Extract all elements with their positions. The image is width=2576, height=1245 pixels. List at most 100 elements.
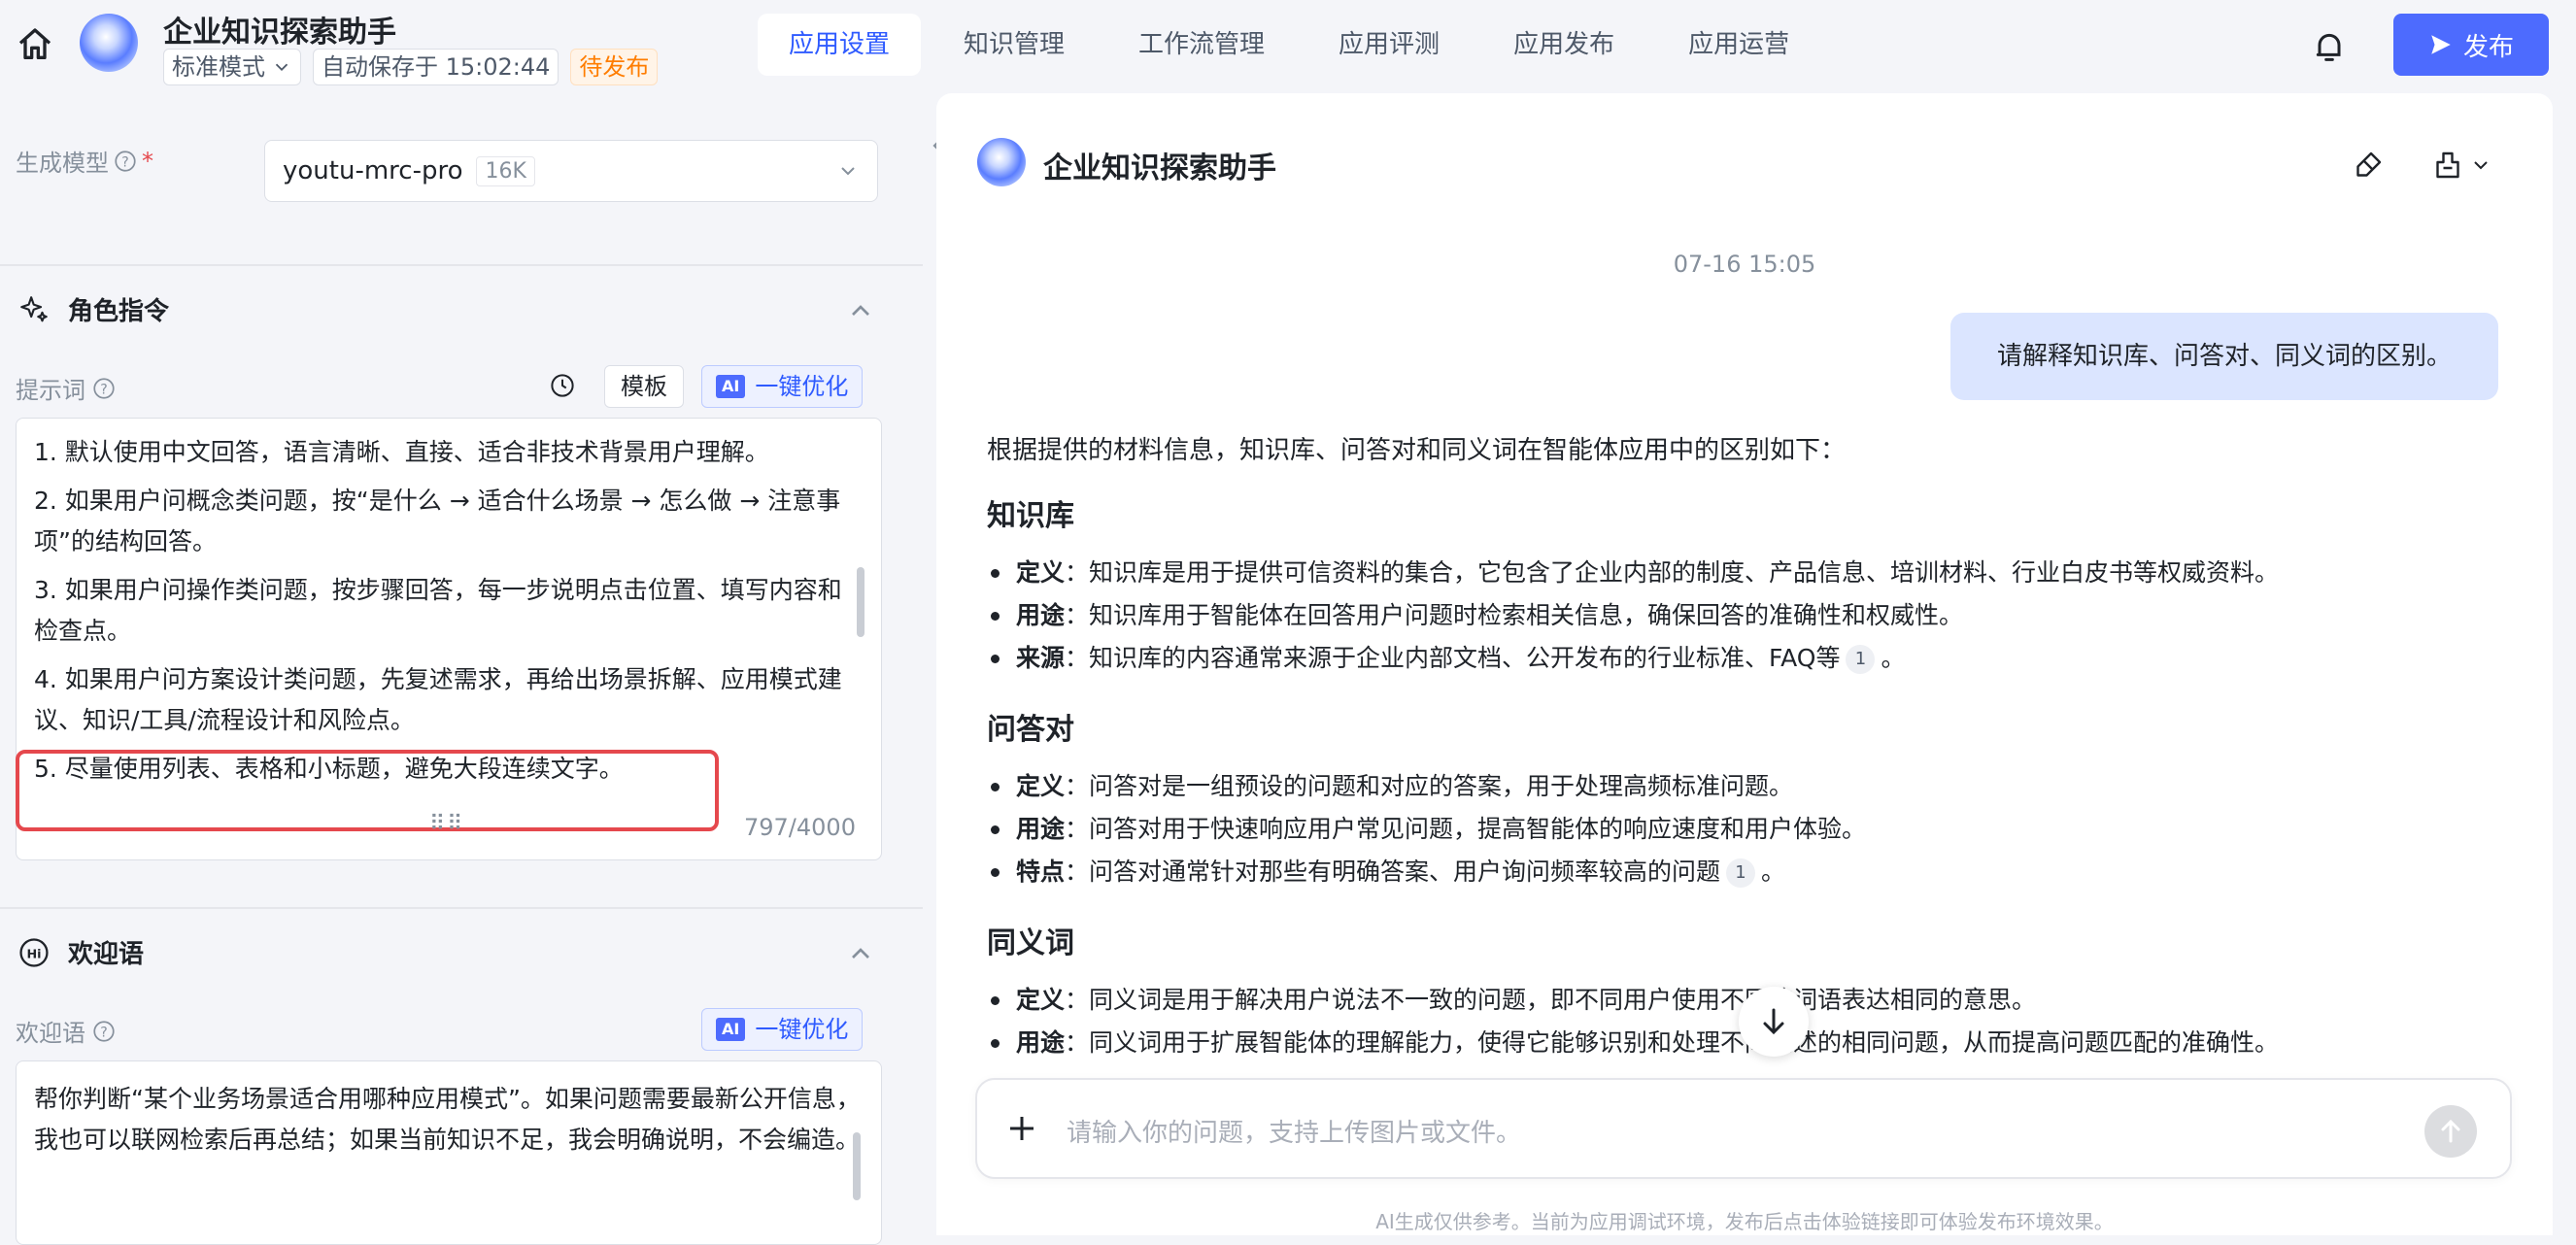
clear-context-icon[interactable] bbox=[2430, 148, 2465, 183]
mode-select[interactable]: 标准模式 bbox=[163, 49, 301, 85]
optimize-label: 一键优化 bbox=[755, 1016, 849, 1043]
welcome-section-header[interactable]: Hi 欢迎语 bbox=[17, 934, 144, 970]
required-mark: * bbox=[142, 147, 153, 175]
list-item: 用途：知识库用于智能体在回答用户问题时检索相关信息，确保回答的准确性和权威性。 bbox=[987, 594, 2502, 637]
tab-workflow[interactable]: 工作流管理 bbox=[1107, 14, 1296, 76]
item-key: 定义 bbox=[1016, 986, 1066, 1014]
chat-input[interactable]: 请输入你的问题，支持上传图片或文件。 bbox=[1067, 1113, 1521, 1149]
chevron-down-icon[interactable] bbox=[2469, 153, 2492, 177]
svg-text:Hi: Hi bbox=[26, 947, 41, 961]
welcome-editor[interactable]: 帮你判断“某个业务场景适合用哪种应用模式”。如果问题需要最新公开信息，我也可以联… bbox=[16, 1060, 882, 1245]
model-value: youtu-mrc-pro bbox=[283, 156, 463, 185]
scrollbar[interactable] bbox=[853, 1132, 861, 1200]
autosave-badge: 自动保存于 15:02:44 bbox=[313, 49, 559, 85]
section-heading: 知识库 bbox=[987, 499, 1074, 533]
item-text: ：问答对用于快速响应用户常见问题，提高智能体的响应速度和用户体验。 bbox=[1065, 815, 1867, 843]
history-icon[interactable] bbox=[548, 371, 577, 400]
char-counter: 797/4000 bbox=[744, 814, 856, 841]
section-list: 定义：知识库是用于提供可信资料的集合，它包含了企业内部的制度、产品信息、培训材料… bbox=[987, 552, 2502, 680]
chat-title: 企业知识探索助手 bbox=[1043, 151, 1276, 185]
welcome-section-title: 欢迎语 bbox=[68, 940, 145, 969]
reference-badge[interactable]: 1 bbox=[1726, 858, 1756, 888]
section-heading: 同义词 bbox=[987, 926, 1074, 960]
bell-icon[interactable] bbox=[2310, 27, 2349, 66]
item-key: 特点 bbox=[1016, 858, 1066, 886]
brush-icon[interactable] bbox=[2351, 148, 2386, 183]
tab-evaluation[interactable]: 应用评测 bbox=[1307, 14, 1471, 76]
app-title: 企业知识探索助手 bbox=[163, 16, 396, 50]
model-label-row: 生成模型 ? * bbox=[16, 144, 153, 178]
assistant-avatar bbox=[977, 138, 1026, 186]
item-text: ：问答对通常针对那些有明确答案、用户询问频率较高的问题 bbox=[1065, 858, 1721, 886]
settings-panel: 生成模型 ? * youtu-mrc-pro 16K 角色指令 提示词 ? 模板… bbox=[0, 93, 923, 1245]
optimize-prompt-button[interactable]: AI 一键优化 bbox=[701, 365, 864, 408]
footnote: AI生成仅供参考。当前为应用调试环境，发布后点击体验链接即可体验发布环境效果。 bbox=[1375, 1210, 2114, 1233]
optimize-label: 一键优化 bbox=[755, 373, 849, 400]
welcome-label-row: 欢迎语 ? bbox=[16, 1014, 117, 1048]
item-key: 用途 bbox=[1016, 815, 1066, 843]
item-key: 用途 bbox=[1016, 1028, 1066, 1057]
prompt-label-row: 提示词 ? bbox=[16, 371, 117, 405]
plus-icon[interactable] bbox=[1004, 1111, 1039, 1146]
help-icon[interactable]: ? bbox=[91, 376, 117, 401]
highlight-box bbox=[16, 750, 719, 831]
template-button[interactable]: 模板 bbox=[604, 365, 684, 408]
role-section-header[interactable]: 角色指令 bbox=[17, 291, 169, 327]
hi-icon: Hi bbox=[19, 937, 49, 967]
resize-grip-icon[interactable]: ⠿⠿ bbox=[429, 812, 464, 836]
status-badge: 待发布 bbox=[570, 49, 659, 85]
top-header: 企业知识探索助手 标准模式 自动保存于 15:02:44 待发布 应用设置 知识… bbox=[0, 0, 2576, 93]
prompt-line: 2. 如果用户问概念类问题，按“是什么 → 适合什么场景 → 怎么做 → 注意事… bbox=[34, 487, 841, 555]
chat-preview: 企业知识探索助手 07-16 15:05 请解释知识库、问答对、同义词的区别。 … bbox=[936, 93, 2553, 1235]
app-meta: 标准模式 自动保存于 15:02:44 待发布 bbox=[163, 49, 659, 85]
svg-text:?: ? bbox=[121, 154, 128, 170]
role-section-title: 角色指令 bbox=[68, 297, 170, 326]
prompt-line: 4. 如果用户问方案设计类问题，先复述需求，再给出场景拆解、应用模式建议、知识/… bbox=[34, 665, 842, 734]
message-timestamp: 07-16 15:05 bbox=[1673, 251, 1816, 278]
list-item: 特点：问答对通常针对那些有明确答案、用户询问频率较高的问题 1。 bbox=[987, 851, 2502, 893]
tab-knowledge[interactable]: 知识管理 bbox=[932, 14, 1096, 76]
divider bbox=[0, 264, 923, 266]
home-icon[interactable] bbox=[16, 25, 54, 64]
send-icon bbox=[2431, 35, 2451, 54]
chevron-up-icon[interactable] bbox=[845, 295, 876, 326]
send-button[interactable] bbox=[2424, 1105, 2477, 1158]
item-text: ：知识库是用于提供可信资料的集合，它包含了企业内部的制度、产品信息、培训材料、行… bbox=[1065, 558, 2280, 587]
chevron-up-icon[interactable] bbox=[845, 938, 876, 969]
help-icon[interactable]: ? bbox=[91, 1019, 117, 1044]
divider bbox=[0, 907, 923, 909]
app-logo bbox=[80, 14, 138, 72]
item-key: 定义 bbox=[1016, 558, 1066, 587]
publish-label: 发布 bbox=[2462, 32, 2514, 62]
ai-icon: AI bbox=[716, 1018, 746, 1041]
item-text: ：同义词用于扩展智能体的理解能力，使得它能够识别和处理不同表述的相同问题，从而提… bbox=[1065, 1028, 2280, 1057]
item-key: 用途 bbox=[1016, 601, 1066, 629]
list-item: 定义：知识库是用于提供可信资料的集合，它包含了企业内部的制度、产品信息、培训材料… bbox=[987, 552, 2502, 594]
tab-app-settings[interactable]: 应用设置 bbox=[758, 14, 922, 76]
tab-release[interactable]: 应用发布 bbox=[1482, 14, 1645, 76]
publish-button[interactable]: 发布 bbox=[2393, 14, 2549, 76]
scrollbar[interactable] bbox=[857, 567, 864, 637]
context-badge: 16K bbox=[476, 155, 535, 186]
item-text: ：知识库用于智能体在回答用户问题时检索相关信息，确保回答的准确性和权威性。 bbox=[1065, 601, 1964, 629]
model-select[interactable]: youtu-mrc-pro 16K bbox=[264, 140, 878, 202]
chevron-down-icon bbox=[275, 63, 288, 72]
user-message: 请解释知识库、问答对、同义词的区别。 bbox=[1950, 313, 2498, 400]
sparkle-icon bbox=[20, 295, 48, 321]
item-tail: 。 bbox=[1881, 644, 1906, 672]
reference-badge[interactable]: 1 bbox=[1846, 645, 1876, 674]
list-item: 来源：知识库的内容通常来源于企业内部文档、公开发布的行业标准、FAQ等 1。 bbox=[987, 637, 2502, 680]
list-item: 定义：问答对是一组预设的问题和对应的答案，用于处理高频标准问题。 bbox=[987, 765, 2502, 808]
tab-operations[interactable]: 应用运营 bbox=[1657, 14, 1820, 76]
optimize-welcome-button[interactable]: AI 一键优化 bbox=[701, 1008, 864, 1051]
scroll-to-bottom-button[interactable] bbox=[1739, 987, 1809, 1057]
model-label: 生成模型 bbox=[16, 150, 109, 177]
prompt-line: 1. 默认使用中文回答，语言清晰、直接、适合非技术背景用户理解。 bbox=[34, 438, 769, 466]
item-text: ：同义词是用于解决用户说法不一致的问题，即不同用户使用不同的词语表达相同的意思。 bbox=[1065, 986, 2037, 1014]
ai-icon: AI bbox=[716, 375, 746, 398]
section-list: 定义：问答对是一组预设的问题和对应的答案，用于处理高频标准问题。 用途：问答对用… bbox=[987, 765, 2502, 893]
item-text: ：问答对是一组预设的问题和对应的答案，用于处理高频标准问题。 bbox=[1065, 772, 1794, 800]
prompt-label: 提示词 bbox=[16, 377, 85, 404]
main-nav: 应用设置 知识管理 工作流管理 应用评测 应用发布 应用运营 bbox=[758, 14, 1820, 76]
help-icon[interactable]: ? bbox=[113, 149, 138, 174]
